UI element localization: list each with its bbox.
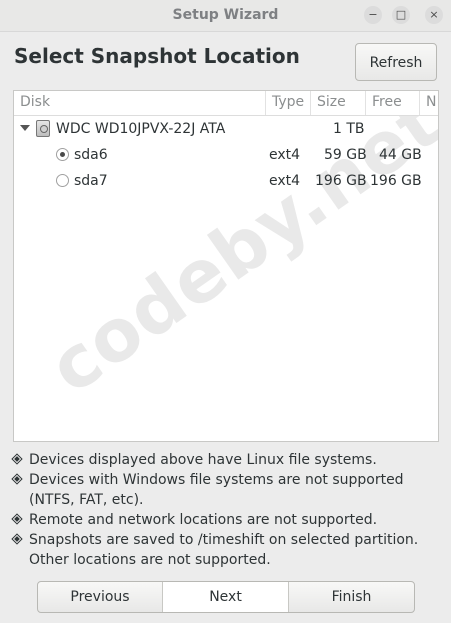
diamond-bullet-icon xyxy=(11,533,23,545)
table-row-disk[interactable]: WDC WD10JPVX-22J ATA 1 TB xyxy=(14,116,438,142)
diamond-bullet-icon xyxy=(11,473,23,485)
partition-free: 44 GB xyxy=(379,147,422,163)
column-header-type[interactable]: Type xyxy=(266,91,311,115)
note-item: Remote and network locations are not sup… xyxy=(11,510,439,530)
note-item: Devices with Windows file systems are no… xyxy=(11,470,439,510)
partition-free: 196 GB xyxy=(370,173,422,189)
partition-radio-sda6[interactable] xyxy=(56,148,69,161)
maximize-button[interactable]: □ xyxy=(392,6,410,24)
minimize-button[interactable]: − xyxy=(364,6,382,24)
note-item: Snapshots are saved to /timeshift on sel… xyxy=(11,530,439,570)
partition-size: 59 GB xyxy=(324,147,367,163)
diamond-bullet-icon xyxy=(11,453,23,465)
disk-name: WDC WD10JPVX-22J ATA xyxy=(56,121,226,137)
partition-radio-sda7[interactable] xyxy=(56,174,69,187)
table-row-partition[interactable]: sda7 ext4 196 GB 196 GB xyxy=(14,168,438,194)
page-title: Select Snapshot Location xyxy=(14,44,300,68)
title-bar: Setup Wizard − □ × xyxy=(0,0,451,32)
partition-type: ext4 xyxy=(269,147,301,163)
diamond-bullet-icon xyxy=(11,513,23,525)
partition-size: 196 GB xyxy=(315,173,367,189)
hard-disk-icon xyxy=(36,120,50,137)
partition-name: sda7 xyxy=(74,173,108,189)
disk-table: codeby.net Disk Type Size Free N WDC WD1… xyxy=(13,90,439,442)
partition-type: ext4 xyxy=(269,173,301,189)
column-header-disk[interactable]: Disk xyxy=(14,91,266,115)
window-title: Setup Wizard xyxy=(172,7,279,23)
partition-name: sda6 xyxy=(74,147,108,163)
finish-button[interactable]: Finish xyxy=(289,582,414,612)
next-button[interactable]: Next xyxy=(163,582,289,612)
table-row-partition[interactable]: sda6 ext4 59 GB 44 GB xyxy=(14,142,438,168)
column-header-free[interactable]: Free xyxy=(366,91,420,115)
refresh-button[interactable]: Refresh xyxy=(355,43,437,81)
table-header: Disk Type Size Free N xyxy=(14,91,438,116)
close-button[interactable]: × xyxy=(425,6,443,24)
info-notes: Devices displayed above have Linux file … xyxy=(11,450,439,570)
note-item: Devices displayed above have Linux file … xyxy=(11,450,439,470)
expander-arrow-icon[interactable] xyxy=(20,125,30,131)
disk-size: 1 TB xyxy=(333,121,365,137)
wizard-navigation: Previous Next Finish xyxy=(37,581,415,613)
column-header-size[interactable]: Size xyxy=(311,91,366,115)
column-header-name[interactable]: N xyxy=(420,91,438,115)
previous-button[interactable]: Previous xyxy=(38,582,163,612)
